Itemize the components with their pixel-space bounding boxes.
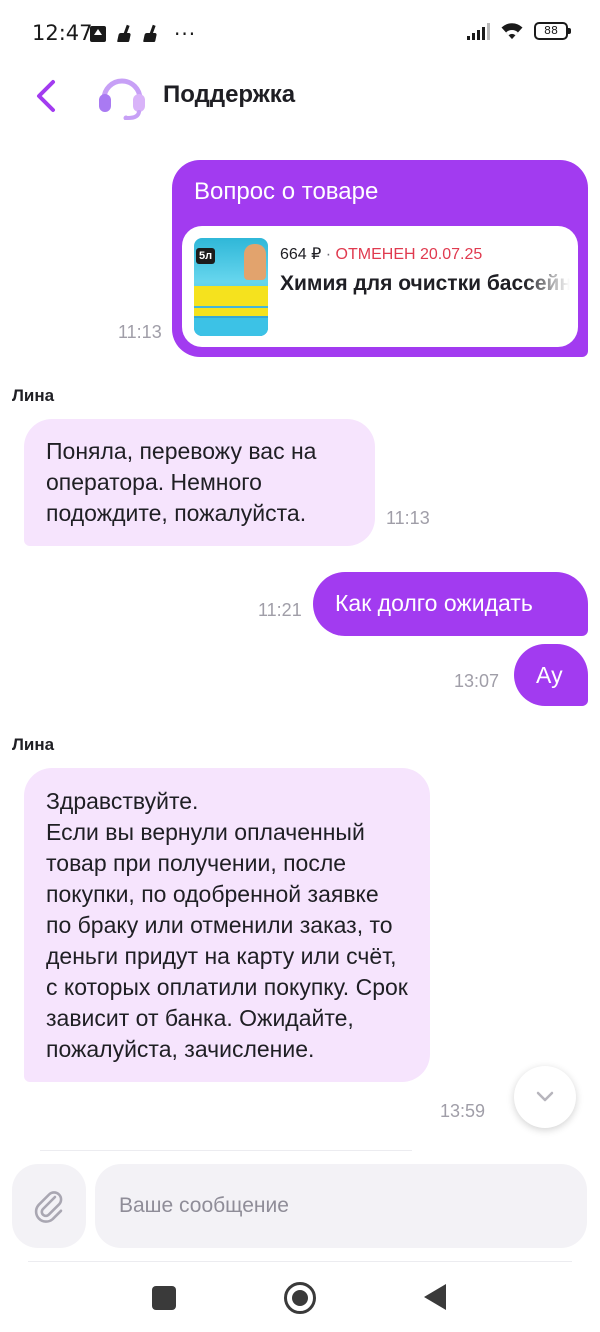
product-price: 664 ₽ xyxy=(280,246,322,263)
home-button[interactable] xyxy=(284,1282,316,1314)
status-time: 12:47 xyxy=(32,21,93,45)
more-notifications-icon: ··· xyxy=(174,22,197,46)
upload-icon xyxy=(90,26,106,42)
product-image: 5л xyxy=(194,238,268,336)
product-card[interactable]: 5л 664 ₽ · ОТМЕНЕН 20.07.25 Химия для оч… xyxy=(182,226,578,347)
product-card-message[interactable]: Вопрос о товаре 5л 664 ₽ · ОТМЕНЕН 20.07… xyxy=(172,160,588,357)
product-meta: 664 ₽ · ОТМЕНЕН 20.07.25 xyxy=(280,244,482,264)
chevron-left-icon xyxy=(37,80,55,112)
outgoing-message: Ау xyxy=(514,644,588,706)
sender-name: Лина xyxy=(12,386,55,405)
scroll-down-button[interactable] xyxy=(514,1066,576,1128)
paperclip-icon xyxy=(34,1191,63,1223)
page-title: Поддержка xyxy=(163,81,296,108)
attach-button[interactable] xyxy=(12,1164,86,1248)
message-time: 13:07 xyxy=(454,671,500,691)
chevron-down-icon xyxy=(536,1091,554,1102)
product-name: Химия для очистки бассейна xyxy=(280,272,570,295)
product-card-title: Вопрос о товаре xyxy=(194,178,379,205)
back-button[interactable] xyxy=(26,76,66,116)
status-icons-left: ··· xyxy=(90,22,196,46)
battery-icon: 88 xyxy=(534,22,571,40)
incoming-message: Поняла, перевожу вас на оператора. Немно… xyxy=(24,419,375,546)
signal-icon xyxy=(467,22,490,40)
message-time: 11:13 xyxy=(386,508,430,528)
message-time: 11:21 xyxy=(258,600,302,620)
broom-icon xyxy=(142,25,158,43)
message-time: 11:13 xyxy=(118,322,162,342)
sender-name: Лина xyxy=(12,735,55,754)
broom-icon xyxy=(116,25,132,43)
headset-icon xyxy=(99,78,145,120)
message-input[interactable] xyxy=(95,1164,587,1248)
divider xyxy=(40,1150,412,1151)
recents-button[interactable] xyxy=(152,1286,176,1310)
order-status: ОТМЕНЕН 20.07.25 xyxy=(335,246,483,263)
message-time: 13:59 xyxy=(440,1101,486,1121)
system-back-button[interactable] xyxy=(424,1284,446,1310)
status-bar: 12:47 ··· 88 xyxy=(0,0,600,68)
chat-header: Поддержка xyxy=(0,68,600,126)
status-icons-right: 88 xyxy=(467,22,571,40)
incoming-message: Здравствуйте. Если вы вернули оплаченный… xyxy=(24,768,430,1082)
wifi-icon xyxy=(501,23,523,39)
meta-separator: · xyxy=(321,246,336,263)
outgoing-message: Как долго ожидать xyxy=(313,572,588,636)
system-nav-bar xyxy=(0,1262,600,1332)
product-image-badge: 5л xyxy=(196,248,216,264)
